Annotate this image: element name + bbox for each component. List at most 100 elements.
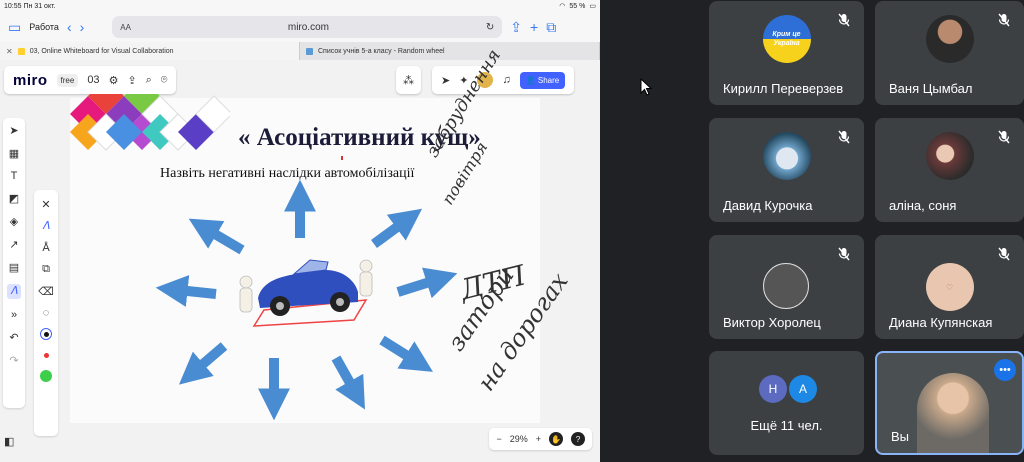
pen-tool-icon[interactable]: 𝛬: [42, 220, 49, 233]
cursor-follow-icon[interactable]: ➤: [441, 74, 450, 87]
sidebar-icon[interactable]: ▭: [8, 20, 21, 34]
address-bar[interactable]: AA miro.com ↻: [112, 16, 503, 38]
board-slide: « Асоціативний кущ» Назвіть негативні на…: [70, 46, 574, 423]
arrow-down-left: [178, 342, 228, 385]
share-button[interactable]: 👤 Share: [519, 71, 566, 89]
pen-icon[interactable]: 𝛬: [7, 284, 21, 299]
self-video: [917, 373, 989, 453]
tab-random-wheel[interactable]: Список учнів 5-а класу - Random wheel: [300, 42, 600, 60]
mic-off-icon: [838, 247, 850, 261]
participant-tile[interactable]: ♡ Диана Купянская: [875, 235, 1024, 339]
more-tools-icon[interactable]: »: [11, 309, 17, 321]
sticky-note-icon[interactable]: ◩: [9, 192, 19, 205]
share-icon[interactable]: ⇪: [510, 20, 522, 34]
text-size-button[interactable]: AA: [120, 23, 131, 32]
participant-name: Вы: [891, 429, 910, 444]
car-illustration: [239, 259, 373, 327]
bell-icon[interactable]: ♫: [502, 74, 510, 86]
miro-logo[interactable]: miro: [13, 72, 48, 89]
participant-name: Ваня Цымбал: [889, 81, 973, 96]
tab-group-label[interactable]: Работа: [29, 22, 59, 32]
browser-toolbar: ▭ Работа ‹ › AA miro.com ↻ ⇪ + ⧉: [0, 12, 600, 42]
frame-icon[interactable]: ▦: [9, 147, 19, 160]
more-participants-tile[interactable]: Н А Ещё 11 чел.: [709, 351, 864, 455]
self-tile[interactable]: ••• Вы: [875, 351, 1024, 455]
redo-icon[interactable]: ↷: [9, 354, 18, 367]
select-icon[interactable]: ➤: [9, 124, 18, 137]
participant-avatar: ♡: [925, 263, 974, 311]
arrow-up-right: [371, 208, 423, 249]
color-red-swatch[interactable]: [40, 349, 52, 361]
participant-tile[interactable]: Давид Курочка: [709, 118, 864, 222]
collab-toolbar: ➤ ✦ ♫ 👤 Share: [432, 66, 575, 94]
highlighter-icon[interactable]: Å: [42, 242, 49, 254]
status-time: 10:55: [4, 2, 22, 10]
pen-toolbar: ✕ 𝛬 Å ⧉ ⌫ ◌: [34, 190, 58, 436]
mic-off-icon: [998, 130, 1010, 144]
help-icon[interactable]: ?: [571, 432, 585, 446]
participant-avatar: [925, 132, 974, 180]
zoom-in-button[interactable]: +: [536, 434, 541, 444]
battery-icon: ▭: [589, 3, 596, 10]
smart-draw-icon[interactable]: ⧉: [42, 263, 50, 276]
connector-icon[interactable]: ↗: [9, 238, 18, 251]
participant-name: аліна, соня: [889, 198, 957, 213]
mic-off-icon: [838, 13, 850, 27]
apps-menu[interactable]: ⁂: [396, 66, 421, 94]
tag-icon[interactable]: ⌾: [161, 74, 168, 87]
comment-icon[interactable]: ▤: [9, 261, 19, 274]
heart-icon: ♡: [945, 282, 954, 292]
mouse-cursor-icon: [640, 78, 652, 96]
color-black-swatch[interactable]: [40, 328, 52, 340]
miro-favicon-icon: [17, 47, 25, 55]
tab-label: 03, Online Whiteboard for Visual Collabo…: [29, 47, 174, 55]
arrow-left: [155, 275, 217, 307]
arrow-right-down: [379, 335, 433, 372]
tabs-overview-icon[interactable]: ⧉: [546, 20, 556, 34]
board-panel-icon[interactable]: ◧: [4, 435, 14, 448]
participant-tile[interactable]: Ваня Цымбал: [875, 1, 1024, 105]
initial-avatar: Н: [759, 375, 787, 403]
search-icon[interactable]: ⌕: [146, 74, 152, 87]
forward-icon[interactable]: ›: [80, 20, 85, 34]
participant-tile[interactable]: аліна, соня: [875, 118, 1024, 222]
apps-icon[interactable]: ⁂: [403, 74, 414, 87]
share-label: Share: [537, 75, 560, 85]
shared-screen: 10:55 Пн 31 окт. ◠ 55 % ▭ ▭ Работа ‹ › A…: [0, 0, 600, 462]
lasso-icon[interactable]: ◌: [43, 307, 50, 319]
participant-name: Виктор Хоролец: [723, 315, 821, 330]
more-options-icon[interactable]: •••: [994, 359, 1016, 381]
back-icon[interactable]: ‹: [67, 20, 72, 34]
status-date: Пн 31 окт.: [23, 2, 56, 10]
participant-avatar: [762, 132, 811, 180]
participant-tile[interactable]: Крим це Україна Кирилл Переверзев: [709, 1, 864, 105]
close-icon[interactable]: ✕: [41, 198, 50, 211]
eraser-icon[interactable]: ⌫: [38, 285, 54, 298]
url-domain: miro.com: [287, 21, 329, 33]
tab-miro[interactable]: ✕ 03, Online Whiteboard for Visual Colla…: [0, 42, 300, 60]
upload-icon[interactable]: ⇪: [127, 74, 136, 87]
participant-name: Ещё 11 чел.: [750, 418, 823, 433]
mic-off-icon: [838, 130, 850, 144]
undo-icon[interactable]: ↶: [9, 331, 18, 344]
arrow-right: [396, 267, 458, 299]
text-icon[interactable]: T: [11, 170, 18, 182]
close-tab-icon[interactable]: ✕: [6, 47, 13, 56]
status-bar: 10:55 Пн 31 окт. ◠ 55 % ▭: [0, 0, 600, 12]
plan-badge: free: [56, 73, 79, 87]
reload-icon[interactable]: ↻: [486, 22, 494, 33]
reactions-icon[interactable]: ✋: [549, 432, 563, 446]
board-name[interactable]: 03: [87, 74, 99, 86]
participant-avatar: Крим це Україна: [762, 15, 811, 63]
mic-off-icon: [998, 247, 1010, 261]
shapes-icon[interactable]: ◈: [10, 215, 18, 228]
color-green-swatch[interactable]: [40, 370, 52, 382]
broken-image-avatar: [763, 263, 809, 309]
gear-icon[interactable]: ⚙: [109, 74, 119, 87]
avatar-caption: Крим це Україна: [772, 31, 801, 47]
new-tab-icon[interactable]: +: [530, 20, 538, 34]
zoom-out-button[interactable]: −: [496, 434, 501, 444]
wifi-icon: ◠: [559, 3, 566, 10]
zoom-controls: − 29% + ✋ ?: [489, 428, 592, 450]
participant-tile[interactable]: Виктор Хоролец: [709, 235, 864, 339]
